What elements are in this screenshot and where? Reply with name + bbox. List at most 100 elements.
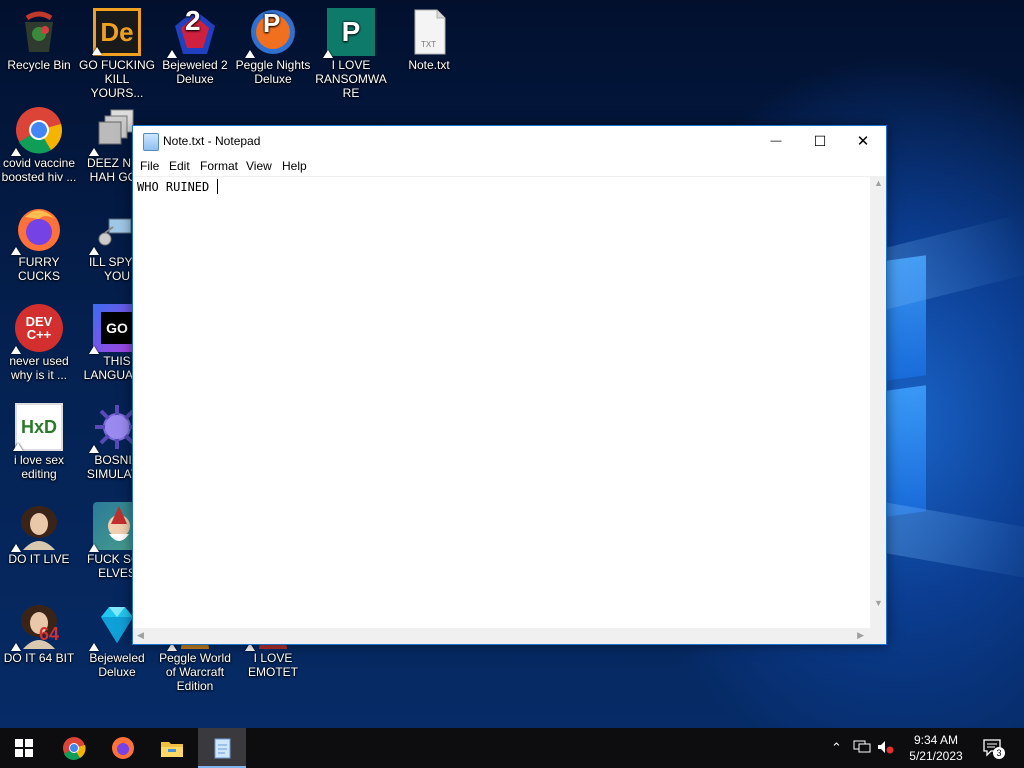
- taskbar-chrome[interactable]: [50, 728, 98, 768]
- desktop: Recycle Bin De GO FUCKING KILL YOURS... …: [0, 0, 1024, 728]
- scroll-down-icon[interactable]: ▼: [874, 598, 883, 608]
- shortcut-arrow-icon: [11, 346, 21, 354]
- desktop-icon-firefox[interactable]: FURRY CUCKS: [0, 205, 78, 283]
- desktop-icon-label: never used why is it ...: [9, 354, 69, 382]
- menu-format[interactable]: Format: [200, 159, 238, 173]
- desktop-icon-label: Peggle World of Warcraft Edition: [159, 651, 231, 693]
- publisher-icon: P: [323, 8, 375, 58]
- desktop-icon-ransomware[interactable]: P I LOVE RANSOMWARE: [312, 8, 390, 100]
- menu-bar: File Edit Format View Help: [133, 156, 886, 176]
- horizontal-scrollbar[interactable]: ◀ ▶: [133, 628, 870, 644]
- menu-file[interactable]: File: [140, 159, 159, 173]
- shortcut-arrow-icon: [323, 50, 333, 58]
- recycle-bin-icon: [15, 8, 63, 56]
- desktop-icon-label: DO IT 64 BIT: [3, 651, 75, 665]
- maximize-icon: ☐: [813, 132, 827, 149]
- shortcut-arrow-icon: [11, 148, 21, 156]
- shortcut-arrow-icon: [89, 346, 99, 354]
- resize-grip-icon[interactable]: [870, 628, 886, 644]
- taskbar-firefox[interactable]: [99, 728, 147, 768]
- text-caret: [217, 179, 219, 194]
- window-title: Note.txt - Notepad: [163, 134, 261, 148]
- notification-count: 3: [993, 747, 1005, 759]
- volume-muted-icon[interactable]: [877, 740, 895, 757]
- shortcut-arrow-icon: [245, 50, 255, 58]
- sixtyfour-label: 64: [39, 624, 60, 644]
- desktop-icon-do-it-64[interactable]: 64 DO IT 64 BIT: [0, 601, 78, 665]
- shortcut-arrow-icon: [89, 247, 99, 255]
- portrait-64-icon: 64: [11, 601, 63, 651]
- shortcut-arrow-icon: [89, 544, 99, 552]
- goland-icon-text: GO: [106, 320, 128, 336]
- de-icon-text: De: [100, 17, 134, 47]
- peggle-icon: P: [245, 8, 297, 58]
- txt-file-icon: TXT: [405, 8, 453, 56]
- menu-edit[interactable]: Edit: [169, 159, 190, 173]
- clock-date: 5/21/2023: [909, 749, 963, 763]
- desktop-icon-label: Peggle Nights Deluxe: [235, 58, 311, 86]
- shortcut-arrow-icon: [89, 445, 99, 453]
- firefox-icon: [11, 205, 63, 255]
- shortcut-arrow-icon: [11, 544, 21, 552]
- peggle-letter: P: [263, 8, 281, 38]
- chrome-icon: [63, 737, 86, 760]
- show-hidden-icons-chevron-icon[interactable]: ⌃: [831, 740, 842, 756]
- text-editor[interactable]: WHO RUINED: [133, 176, 870, 629]
- network-icon[interactable]: [853, 740, 871, 757]
- action-center-button[interactable]: 3: [983, 739, 1005, 760]
- portrait-icon: [11, 502, 63, 552]
- scroll-left-icon[interactable]: ◀: [137, 630, 144, 641]
- goland-inner: GO: [101, 312, 133, 344]
- start-button[interactable]: [0, 728, 48, 768]
- editor-content: WHO RUINED: [137, 179, 219, 194]
- desktop-icon-label: Recycle Bin: [7, 58, 71, 72]
- desktop-icon-hxd[interactable]: HxD i love sex editing: [0, 403, 78, 481]
- desktop-icon-peggle-nights[interactable]: P Peggle Nights Deluxe: [234, 8, 312, 86]
- desktop-icon-de[interactable]: De GO FUCKING KILL YOURS...: [78, 8, 156, 100]
- menu-help[interactable]: Help: [282, 159, 307, 173]
- bejeweled-2-digit: 2: [185, 5, 201, 36]
- desktop-icon-do-it-live[interactable]: DO IT LIVE: [0, 502, 78, 566]
- notepad-window[interactable]: Note.txt - Notepad — ☐ ✕ File Edit Forma…: [132, 125, 887, 645]
- devcpp-icon-text: DEV C++: [25, 314, 53, 342]
- chrome-icon: [11, 106, 63, 156]
- scroll-right-icon[interactable]: ▶: [857, 630, 864, 641]
- maximize-button[interactable]: ☐: [797, 126, 843, 156]
- shortcut-arrow-icon: [167, 50, 177, 58]
- desktop-icon-label: Bejeweled Deluxe: [89, 651, 145, 679]
- dexpot-de-icon: De: [92, 8, 141, 56]
- shortcut-arrow-icon: [13, 443, 23, 451]
- desktop-icon-devcpp[interactable]: DEV C++ never used why is it ...: [0, 304, 78, 382]
- desktop-icon-note-txt[interactable]: TXT Note.txt: [390, 8, 468, 72]
- desktop-icon-label: i love sex editing: [13, 453, 65, 481]
- desktop-icon-label: I LOVE RANSOMWARE: [315, 58, 387, 100]
- close-icon: ✕: [856, 133, 870, 150]
- desktop-icon-label: Note.txt: [408, 58, 450, 72]
- hxd-icon: HxD: [13, 403, 63, 451]
- hxd-icon-text: HxD: [20, 417, 57, 437]
- desktop-icon-label: GO FUCKING KILL YOURS...: [78, 58, 155, 100]
- desktop-icon-chrome[interactable]: covid vaccine boosted hiv ...: [0, 106, 78, 184]
- close-button[interactable]: ✕: [840, 126, 886, 156]
- desktop-icon-bejeweled-2[interactable]: 2 Bejeweled 2 Deluxe: [156, 5, 234, 87]
- file-explorer-icon: [161, 742, 183, 757]
- txt-file-label: TXT: [421, 40, 437, 49]
- desktop-icon-label: covid vaccine boosted hiv ...: [1, 156, 77, 184]
- taskbar-notepad[interactable]: [198, 728, 246, 768]
- minimize-button[interactable]: —: [753, 126, 799, 156]
- shortcut-arrow-icon: [11, 643, 21, 651]
- notepad-icon: [143, 133, 159, 151]
- desktop-icon-label: DO IT LIVE: [8, 552, 70, 566]
- wallpaper-logo-pane: [886, 385, 926, 517]
- start-icon: [15, 739, 33, 757]
- clock[interactable]: 9:34 AM 5/21/2023: [904, 732, 968, 764]
- taskbar-file-explorer[interactable]: [148, 728, 196, 768]
- shortcut-arrow-icon: [11, 247, 21, 255]
- scroll-up-icon[interactable]: ▲: [874, 178, 883, 188]
- vertical-scrollbar[interactable]: ▲ ▼: [870, 176, 886, 628]
- shortcut-arrow-icon: [89, 643, 99, 651]
- desktop-icon-recycle-bin[interactable]: Recycle Bin: [0, 8, 78, 72]
- title-bar[interactable]: Note.txt - Notepad — ☐ ✕: [133, 126, 886, 156]
- menu-view[interactable]: View: [246, 159, 272, 173]
- clock-time: 9:34 AM: [913, 733, 959, 747]
